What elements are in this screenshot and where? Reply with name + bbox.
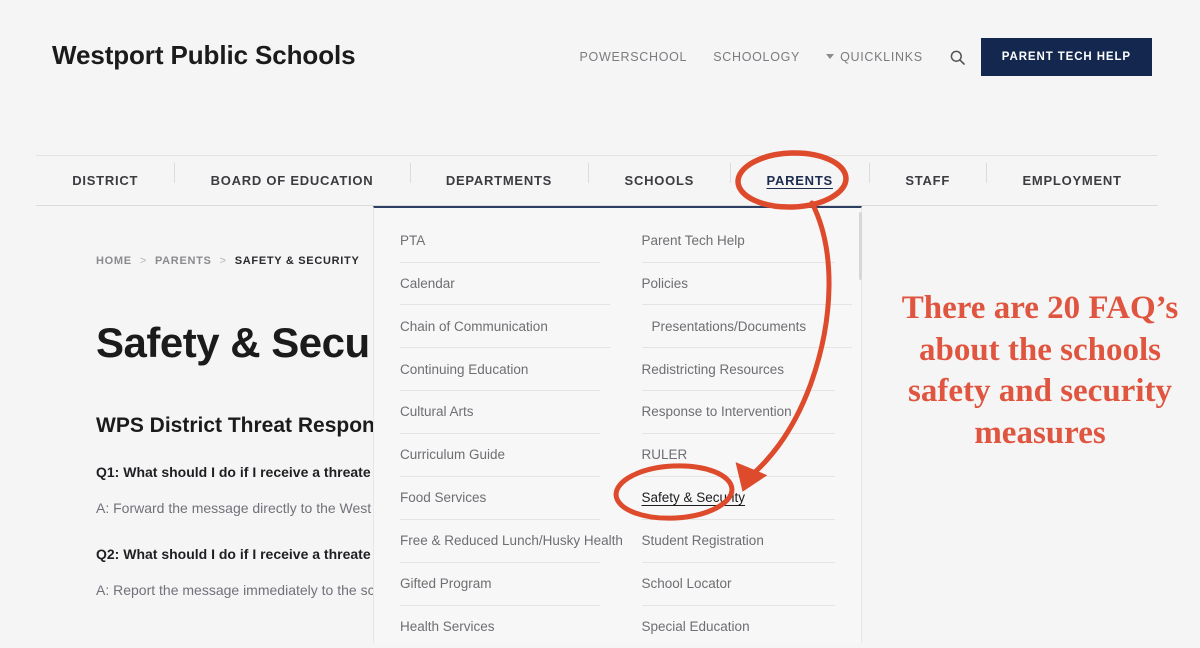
- menu-item-pta[interactable]: PTA: [400, 226, 600, 263]
- nav-item-board-of-education[interactable]: BOARD OF EDUCATION: [174, 163, 409, 188]
- utility-link-quicklinks[interactable]: QUICKLINKS: [813, 50, 936, 64]
- nav-item-parents[interactable]: PARENTS: [730, 163, 869, 188]
- nav-item-district[interactable]: DISTRICT: [36, 173, 174, 188]
- parent-tech-help-button[interactable]: PARENT TECH HELP: [980, 38, 1152, 76]
- menu-item-calendar[interactable]: Calendar: [400, 263, 610, 306]
- site-header: Westport Public Schools POWERSCHOOL SCHO…: [0, 0, 1200, 112]
- utility-link-schoology[interactable]: SCHOOLOGY: [700, 50, 813, 64]
- menu-item-curriculum-guide[interactable]: Curriculum Guide: [400, 434, 600, 478]
- nav-item-employment[interactable]: EMPLOYMENT: [986, 163, 1158, 188]
- menu-item-redistricting-resources[interactable]: Redistricting Resources: [641, 349, 835, 392]
- menu-item-presentations-documents[interactable]: Presentations/Documents: [641, 306, 851, 349]
- main-navigation: DISTRICT BOARD OF EDUCATION DEPARTMENTS …: [36, 155, 1158, 206]
- search-icon[interactable]: [936, 50, 981, 65]
- menu-item-chain-of-communication[interactable]: Chain of Communication: [400, 306, 610, 349]
- menu-item-gifted-program[interactable]: Gifted Program: [400, 563, 600, 606]
- menu-item-cultural-arts[interactable]: Cultural Arts: [400, 391, 600, 435]
- menu-item-safety-and-security[interactable]: Safety & Security: [641, 477, 835, 520]
- dropdown-column-left: PTA Calendar Chain of Communication Cont…: [374, 208, 623, 643]
- breadcrumb-separator: >: [139, 255, 147, 267]
- menu-item-parent-tech-help[interactable]: Parent Tech Help: [641, 226, 835, 263]
- menu-item-continuing-education[interactable]: Continuing Education: [400, 349, 600, 392]
- menu-item-policies[interactable]: Policies: [641, 263, 851, 306]
- breadcrumb-item-current: SAFETY & SECURITY: [234, 255, 360, 267]
- menu-item-special-education[interactable]: Special Education: [642, 606, 836, 643]
- annotation-note: There are 20 FAQ’s about the schools saf…: [901, 290, 1179, 451]
- utility-link-quicklinks-label: QUICKLINKS: [840, 50, 923, 64]
- nav-item-staff[interactable]: STAFF: [869, 163, 986, 188]
- breadcrumb-separator: >: [219, 255, 227, 267]
- breadcrumb-item-parents[interactable]: PARENTS: [155, 255, 212, 267]
- chevron-down-icon: [826, 54, 835, 59]
- menu-item-ruler[interactable]: RULER: [641, 434, 835, 478]
- dropdown-column-right: Parent Tech Help Policies Presentations/…: [618, 208, 862, 643]
- site-title: Westport Public Schools: [52, 40, 356, 70]
- menu-item-student-registration[interactable]: Student Registration: [641, 520, 835, 563]
- menu-item-health-services[interactable]: Health Services: [400, 606, 600, 643]
- menu-item-food-services[interactable]: Food Services: [400, 477, 600, 520]
- breadcrumb-item-home[interactable]: HOME: [96, 255, 132, 267]
- dropdown-scrollbar[interactable]: [859, 212, 862, 280]
- utility-nav: POWERSCHOOL SCHOOLOGY QUICKLINKS PARENT …: [566, 38, 1152, 76]
- parents-dropdown-panel: PTA Calendar Chain of Communication Cont…: [373, 206, 862, 643]
- utility-link-powerschool[interactable]: POWERSCHOOL: [566, 50, 700, 64]
- nav-item-departments[interactable]: DEPARTMENTS: [409, 163, 589, 188]
- menu-item-response-to-intervention[interactable]: Response to Intervention: [641, 391, 835, 435]
- nav-item-schools[interactable]: SCHOOLS: [588, 163, 730, 188]
- menu-item-free-reduced-lunch-husky-health[interactable]: Free & Reduced Lunch/Husky Health: [400, 520, 623, 563]
- menu-item-school-locator[interactable]: School Locator: [641, 563, 835, 606]
